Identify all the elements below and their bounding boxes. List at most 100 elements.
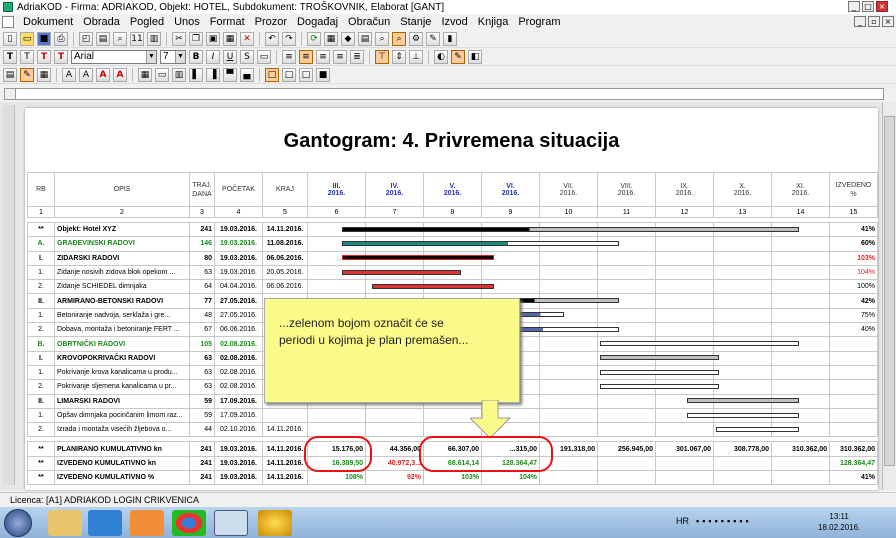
tag-icon[interactable]: ◆ <box>341 31 355 46</box>
font-size-select[interactable]: 7 ▼ <box>160 49 186 64</box>
scroll-thumb[interactable] <box>884 116 895 466</box>
menu-stanje[interactable]: Stanje <box>395 16 436 28</box>
page-setup-icon[interactable]: ▤ <box>96 31 110 46</box>
font-a-icon[interactable]: A <box>62 67 76 82</box>
refresh-icon[interactable]: ⟳ <box>307 31 321 46</box>
menu-obracun[interactable]: Obračun <box>343 16 395 28</box>
language-indicator[interactable]: HR <box>676 516 689 526</box>
border-outer-icon[interactable]: ▭ <box>155 67 169 82</box>
doc-close-icon[interactable]: × <box>882 16 894 27</box>
ie-browser-icon[interactable] <box>88 510 122 536</box>
close-icon[interactable]: × <box>876 1 888 12</box>
paste-special-icon[interactable]: ▦ <box>223 31 237 46</box>
doc-minimize-icon[interactable]: _ <box>854 16 866 27</box>
save-icon[interactable]: ■ <box>37 31 51 46</box>
border-icon[interactable]: ▭ <box>257 49 271 64</box>
month-cell <box>539 422 598 438</box>
text-highlight-icon[interactable]: T <box>54 49 68 64</box>
sun-app-icon[interactable] <box>258 510 292 536</box>
print-preview-icon[interactable]: ◰ <box>79 31 93 46</box>
paste-icon[interactable]: ▣ <box>206 31 220 46</box>
cell-format-icon[interactable]: ▤ <box>3 67 17 82</box>
pen-icon[interactable]: ✎ <box>451 49 465 64</box>
valign-bottom-icon[interactable]: ⊥ <box>409 49 423 64</box>
align-right-icon[interactable]: ≡ <box>316 49 330 64</box>
menu-program[interactable]: Program <box>513 16 565 28</box>
doc-restore-icon[interactable]: ▫ <box>868 16 880 27</box>
menu-unos[interactable]: Unos <box>169 16 205 28</box>
book-icon[interactable]: ▮ <box>443 31 457 46</box>
border-right-icon[interactable]: ▐ <box>206 67 220 82</box>
form-icon[interactable]: ▤ <box>358 31 372 46</box>
align-center-icon[interactable]: ≡ <box>299 49 313 64</box>
vertical-scrollbar[interactable] <box>882 102 896 490</box>
border-all-icon[interactable]: ▦ <box>138 67 152 82</box>
tools-icon[interactable]: ✎ <box>426 31 440 46</box>
fill-none-icon[interactable]: □ <box>265 67 279 82</box>
font-a-red-icon[interactable]: A <box>113 67 127 82</box>
border-inner-icon[interactable]: ▥ <box>172 67 186 82</box>
formula-bar[interactable] <box>4 88 884 100</box>
border-top-icon[interactable]: ▀ <box>223 67 237 82</box>
adriakod-app-icon[interactable] <box>214 510 248 536</box>
font-a1-icon[interactable]: A <box>79 67 93 82</box>
windows-start-icon[interactable] <box>4 509 32 537</box>
strikethrough-button[interactable]: S <box>240 49 254 64</box>
chrome-icon[interactable] <box>172 510 206 536</box>
redo-icon[interactable]: ↷ <box>282 31 296 46</box>
menu-pogled[interactable]: Pogled <box>125 16 169 28</box>
formula-bar-button[interactable] <box>4 88 16 100</box>
fill-grey-icon[interactable]: □ <box>299 67 313 82</box>
indent-icon[interactable]: ≣ <box>350 49 364 64</box>
columns-icon[interactable]: ▥ <box>147 31 161 46</box>
underline-button[interactable]: U <box>223 49 237 64</box>
open-folder-icon[interactable]: ▭ <box>20 31 34 46</box>
clock[interactable]: 13:11 18.02.2016. <box>818 511 860 533</box>
zoom-icon[interactable]: ⌕ <box>392 31 406 46</box>
border-left-icon[interactable]: ▌ <box>189 67 203 82</box>
border-bottom-icon[interactable]: ▄ <box>240 67 254 82</box>
tray-icons[interactable]: ▪▪▪▪▪▪▪▪▪ <box>696 516 752 526</box>
menu-dogadaj[interactable]: Događaj <box>292 16 343 28</box>
fill-white-icon[interactable]: □ <box>282 67 296 82</box>
find-icon[interactable]: ⌕ <box>375 31 389 46</box>
undo-icon[interactable]: ↶ <box>265 31 279 46</box>
eraser-icon[interactable]: ◧ <box>468 49 482 64</box>
text-style-t2-icon[interactable]: T <box>20 49 34 64</box>
cell-edit-icon[interactable]: ✎ <box>20 67 34 82</box>
month-cell <box>481 264 540 281</box>
menu-dokument[interactable]: Dokument <box>18 16 78 28</box>
print-icon[interactable]: ⎙ <box>54 31 68 46</box>
page-number-icon[interactable]: 11 <box>130 31 144 46</box>
calendar-icon[interactable]: ▦ <box>324 31 338 46</box>
new-doc-icon[interactable]: ▯ <box>3 31 17 46</box>
text-color-icon[interactable]: T <box>37 49 51 64</box>
font-a-bold-icon[interactable]: A <box>96 67 110 82</box>
media-player-icon[interactable] <box>130 510 164 536</box>
cell-merge-icon[interactable]: ▦ <box>37 67 51 82</box>
color-picker-icon[interactable]: ◐ <box>434 49 448 64</box>
zoom-page-icon[interactable]: ⌕ <box>113 31 127 46</box>
italic-button[interactable]: I <box>206 49 220 64</box>
cut-icon[interactable]: ✂ <box>172 31 186 46</box>
maximize-icon[interactable]: □ <box>862 1 874 12</box>
align-left-icon[interactable]: ≡ <box>282 49 296 64</box>
bold-button[interactable]: B <box>189 49 203 64</box>
justify-icon[interactable]: ≡ <box>333 49 347 64</box>
menu-izvod[interactable]: Izvod <box>436 16 472 28</box>
font-family-select[interactable]: Arial ▼ <box>71 49 157 64</box>
settings-icon[interactable]: ⚙ <box>409 31 423 46</box>
minimize-icon[interactable]: _ <box>848 1 860 12</box>
text-style-t-icon[interactable]: T <box>3 49 17 64</box>
valign-top-icon[interactable]: ⊤ <box>375 49 389 64</box>
summary-value <box>539 470 598 486</box>
valign-middle-icon[interactable]: ⇕ <box>392 49 406 64</box>
delete-icon[interactable]: ✕ <box>240 31 254 46</box>
fill-dark-icon[interactable]: ■ <box>316 67 330 82</box>
menu-prozor[interactable]: Prozor <box>250 16 292 28</box>
explorer-icon[interactable] <box>48 510 82 536</box>
copy-icon[interactable]: ❐ <box>189 31 203 46</box>
menu-obrada[interactable]: Obrada <box>78 16 125 28</box>
menu-format[interactable]: Format <box>205 16 250 28</box>
menu-knjiga[interactable]: Knjiga <box>473 16 514 28</box>
